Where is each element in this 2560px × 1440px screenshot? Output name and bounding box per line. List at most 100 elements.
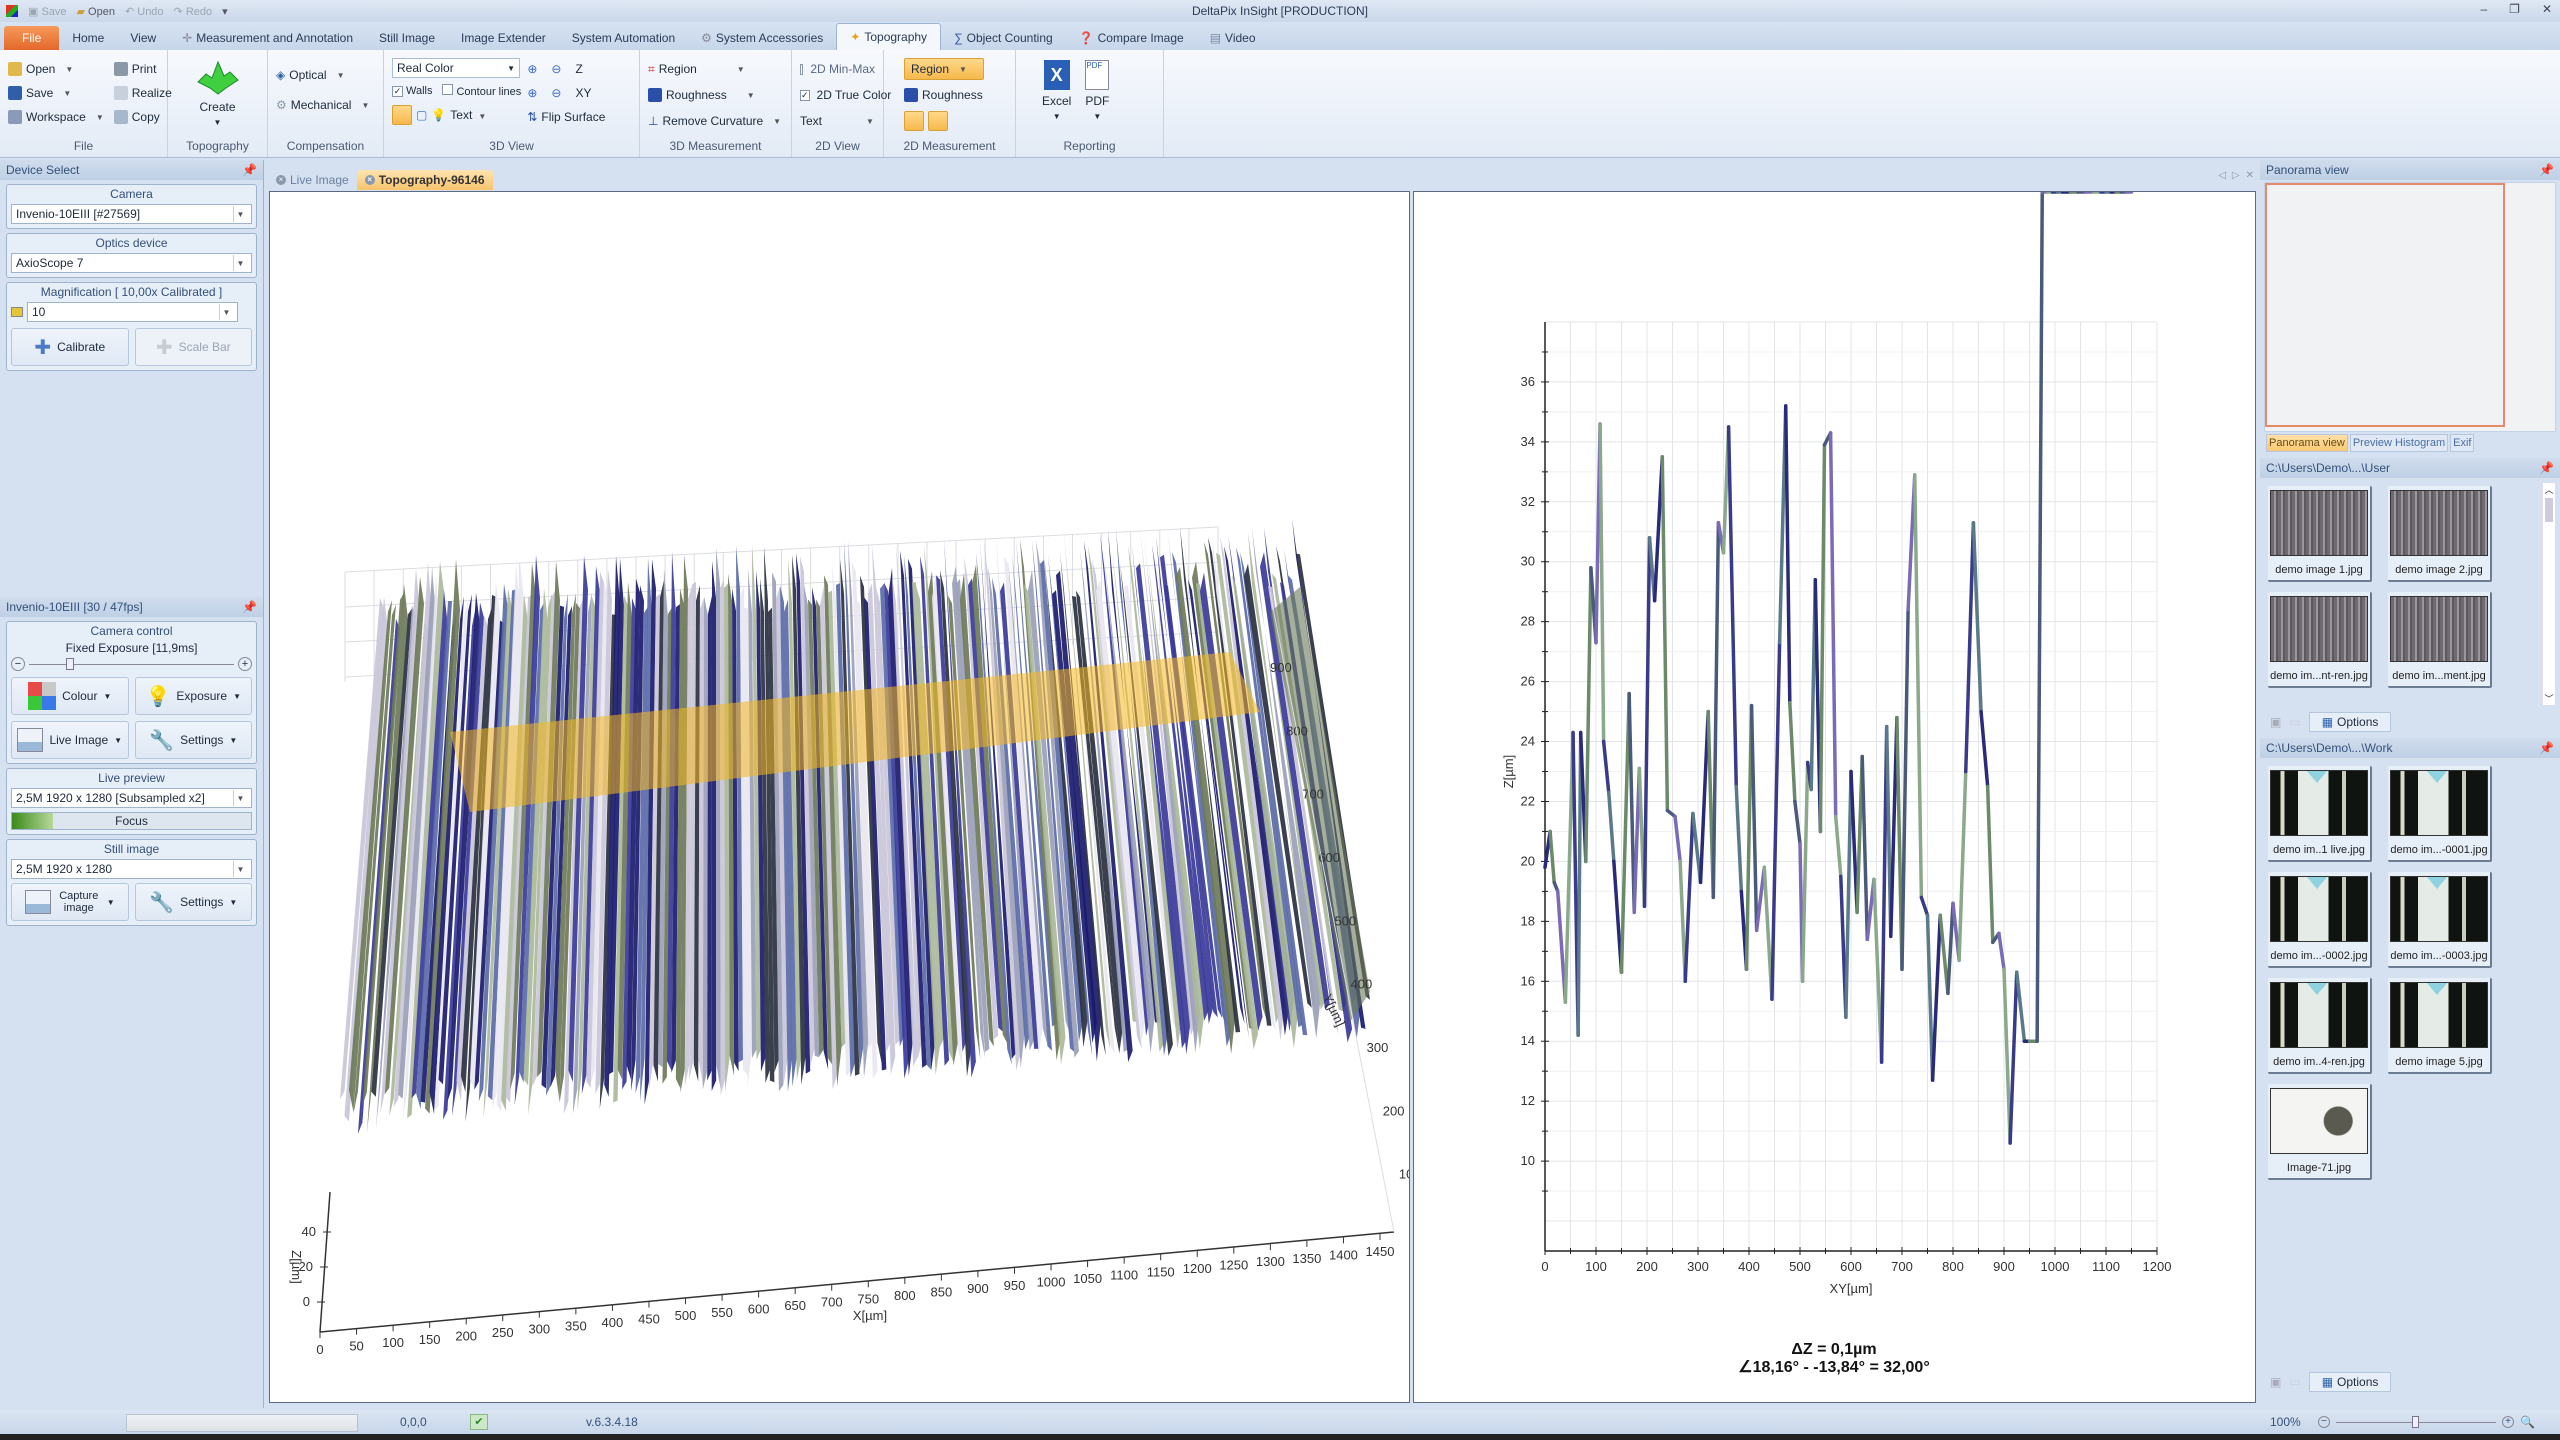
height-measure-button[interactable]	[904, 111, 924, 131]
scroll-up-icon[interactable]: ︿	[2543, 483, 2555, 496]
profile-2d-view[interactable]: 0 100 200 300 400 500 600 700 800 900 1000 1100 1200…	[1413, 190, 2256, 1403]
scale-bar-button[interactable]: ✚ Scale Bar	[134, 328, 252, 366]
tab-object-counting[interactable]: ∑ Object Counting	[941, 26, 1066, 50]
exposure-slider-thumb[interactable]	[66, 657, 74, 670]
live-image-button[interactable]: Live Image ▼	[11, 721, 129, 759]
roughness-2d-button[interactable]: Roughness	[904, 84, 1007, 106]
thumbnail[interactable]: demo image 1.jpg	[2268, 486, 2372, 582]
topography-3d-view[interactable]: 0 50 100 150 200 250 300 350 400 450 500 550 600 650 7…	[269, 191, 1422, 1403]
exposure-plus-button[interactable]: +	[238, 657, 252, 671]
optics-select[interactable]: AxioScope 7 ▼	[11, 253, 252, 273]
zoom-out-xy-icon[interactable]: ⊖	[551, 86, 561, 100]
still-image-select[interactable]: 2,5M 1920 x 1280 ▼	[11, 859, 252, 879]
exposure-button[interactable]: 💡 Exposure ▼	[134, 677, 252, 715]
user-folder-scrollbar[interactable]: ︿ ﹀	[2542, 482, 2556, 706]
create-topography-button[interactable]: Create ▼	[176, 58, 259, 127]
thumbnail[interactable]: Image-71.jpg	[2268, 1084, 2372, 1180]
zoom-in-button[interactable]: +	[2502, 1416, 2514, 1428]
tab-video[interactable]: ▤ Video	[1197, 26, 1269, 50]
capture-image-button[interactable]: Capture image ▼	[11, 883, 129, 921]
thumbnail[interactable]: demo im..1 live.jpg	[2268, 766, 2372, 862]
pdf-export-button[interactable]: PDF PDF ▼	[1085, 58, 1110, 121]
optical-compensation-button[interactable]: ◈ Optical ▼	[276, 64, 375, 86]
zoom-fit-icon[interactable]: 🔍	[2520, 1415, 2535, 1429]
angle-measure-button[interactable]	[928, 111, 948, 131]
next-doc-icon[interactable]: ▷	[2232, 170, 2240, 181]
tab-view[interactable]: View	[117, 26, 169, 50]
tab-file[interactable]: File	[4, 26, 60, 50]
zoom-slider[interactable]	[2336, 1416, 2496, 1428]
zoom-in-z-icon[interactable]: ⊕	[527, 62, 537, 76]
print-button[interactable]: Print	[113, 58, 172, 80]
tab-system-automation[interactable]: System Automation	[559, 26, 688, 50]
flip-surface-button[interactable]: ⇅ Flip Surface	[527, 106, 605, 128]
walls-checkbox[interactable]: ✓ Walls	[392, 85, 432, 97]
camera-select[interactable]: Invenio-10EIII [#27569] ▼	[11, 204, 252, 224]
prev-doc-icon[interactable]: ◁	[2218, 170, 2226, 181]
copy-button[interactable]: Copy	[113, 106, 172, 128]
magnification-select[interactable]: 10 ▼	[27, 302, 238, 322]
realize-button[interactable]: Realize	[113, 82, 172, 104]
surface-3d-plot[interactable]: 0 50 100 150 200 250 300 350 400 450 500 550 600 650 7…	[270, 192, 1422, 1402]
subtab-exif[interactable]: Exif	[2450, 434, 2475, 452]
excel-export-button[interactable]: X Excel ▼	[1042, 58, 1071, 121]
work-options-button[interactable]: ▦ Options	[2308, 1372, 2392, 1392]
close-icon[interactable]: ×	[364, 175, 375, 185]
tab-image-extender[interactable]: Image Extender	[448, 26, 559, 50]
minimize-button[interactable]: –	[2480, 2, 2487, 16]
customize-quick-access-icon[interactable]: ▾	[222, 5, 228, 18]
quick-open-button[interactable]: ▰ Open	[77, 5, 115, 18]
pin-icon[interactable]: 📌	[2539, 458, 2554, 478]
zoom-slider-thumb[interactable]	[2412, 1416, 2419, 1428]
light-bulb-icon[interactable]: 💡	[431, 108, 446, 122]
zoom-in-xy-icon[interactable]: ⊕	[527, 86, 537, 100]
thumbnail[interactable]: demo im...nt-ren.jpg	[2268, 592, 2372, 688]
thumbnail[interactable]: demo im...-0002.jpg	[2268, 872, 2372, 968]
save-icon[interactable]: ▣	[2270, 715, 2281, 729]
tab-home[interactable]: Home	[59, 26, 117, 50]
doc-tab-topography[interactable]: × Topography-96146	[356, 170, 493, 190]
subtab-panorama-view[interactable]: Panorama view	[2266, 434, 2348, 452]
scrollbar-thumb[interactable]	[2545, 498, 2553, 522]
minmax-2d-checkbox[interactable]: 2D Min-Max	[800, 58, 875, 80]
thumbnail[interactable]: demo im...-0003.jpg	[2388, 872, 2492, 968]
doc-tab-live-image[interactable]: × Live Image	[268, 170, 357, 190]
zoom-out-button[interactable]: −	[2318, 1416, 2330, 1428]
close-button[interactable]: ✕	[2542, 2, 2552, 16]
quick-redo-button[interactable]: ↷ Redo	[174, 5, 213, 18]
region-2d-button[interactable]: Region ▼	[904, 58, 984, 80]
thumbnail[interactable]: demo image 5.jpg	[2388, 978, 2492, 1074]
text-dropdown[interactable]: Text ▼	[450, 108, 486, 122]
mechanical-compensation-button[interactable]: ⚙ Mechanical ▼	[276, 94, 375, 116]
close-icon[interactable]: ×	[276, 175, 286, 185]
still-settings-button[interactable]: 🔧 Settings ▼	[134, 883, 252, 921]
exposure-slider[interactable]	[29, 657, 234, 670]
close-doc-icon[interactable]: ✕	[2246, 170, 2254, 181]
zoom-out-z-icon[interactable]: ⊖	[551, 62, 561, 76]
restore-button[interactable]: ❐	[2509, 2, 2520, 16]
region-3d-button[interactable]: ⌗ Region ▼	[648, 58, 783, 80]
connection-status-icon[interactable]: ✔	[470, 1414, 488, 1430]
thumbnail[interactable]: demo im..4-ren.jpg	[2268, 978, 2372, 1074]
save-button[interactable]: Save ▼	[8, 82, 104, 104]
panorama-canvas[interactable]	[2264, 182, 2556, 432]
colour-button[interactable]: Colour ▼	[11, 677, 129, 715]
text-2d-dropdown[interactable]: Text ▼	[800, 110, 875, 132]
folder-icon[interactable]: ▭	[2289, 1375, 2300, 1389]
open-button[interactable]: Open ▼	[8, 58, 104, 80]
user-options-button[interactable]: ▦ Options	[2308, 712, 2392, 732]
calibrate-button[interactable]: ✚ Calibrate	[11, 328, 129, 366]
live-preview-select[interactable]: 2,5M 1920 x 1280 [Subsampled x2] ▼	[11, 788, 252, 808]
color-mode-select[interactable]: Real Color ▼	[392, 58, 520, 78]
folder-icon[interactable]: ▭	[2289, 715, 2300, 729]
truecolor-2d-checkbox[interactable]: ✓ 2D True Color	[800, 84, 891, 106]
subtab-preview-histogram[interactable]: Preview Histogram	[2349, 434, 2449, 452]
tab-system-accessories[interactable]: ⚙ System Accessories	[688, 26, 836, 50]
contour-lines-checkbox[interactable]: Contour lines	[442, 84, 521, 98]
thumbnail[interactable]: demo im...ment.jpg	[2388, 592, 2492, 688]
thumbnail[interactable]: demo im...-0001.jpg	[2388, 766, 2492, 862]
box-view-icon[interactable]: ▢	[416, 108, 427, 122]
quick-save-button[interactable]: ▣ Save	[28, 5, 67, 18]
walls-view-toggle[interactable]	[392, 105, 412, 125]
pin-icon[interactable]: 📌	[2539, 160, 2554, 180]
